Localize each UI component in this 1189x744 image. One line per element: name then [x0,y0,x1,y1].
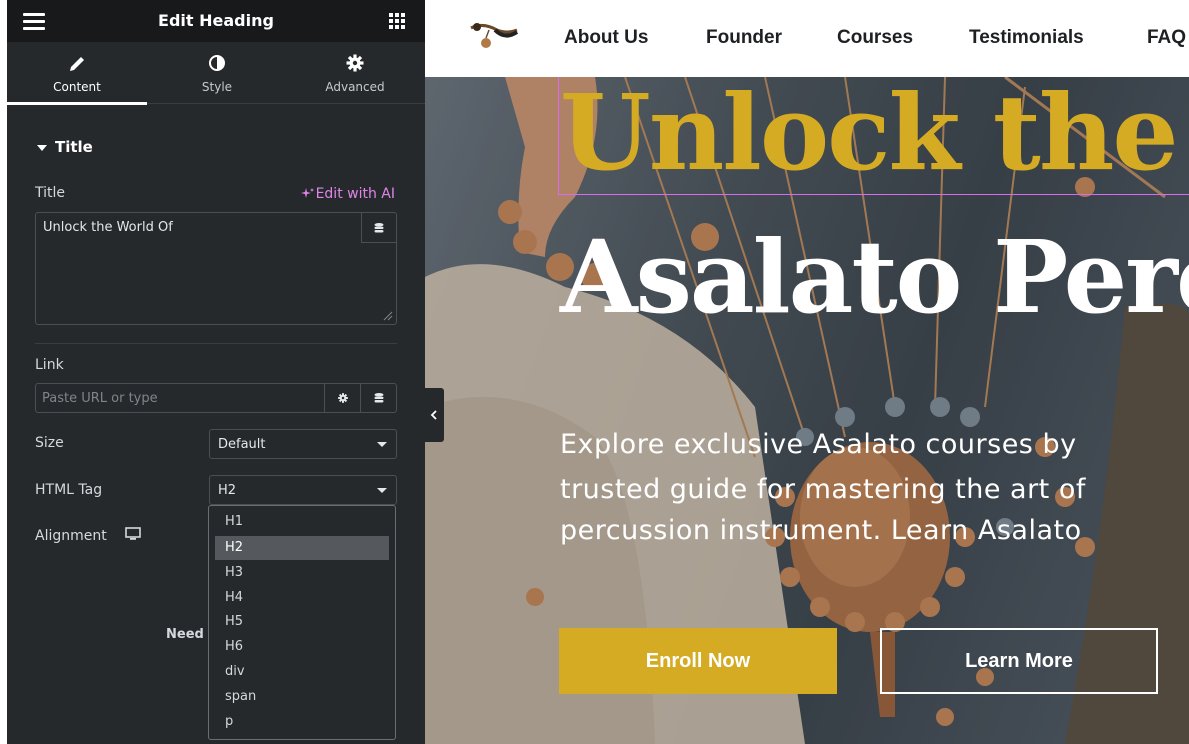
size-select[interactable]: Default [209,429,397,459]
edit-with-ai-label: Edit with AI [315,186,395,202]
hero-section: Unlock the World Of Asalato Percussion E… [425,77,1189,744]
gear-icon [346,54,364,72]
html-tag-field-label: HTML Tag [35,482,103,498]
edit-with-ai-link[interactable]: Edit with AI [300,186,395,202]
ai-sparkle-icon [300,188,314,198]
editor-panel: Edit Heading Content Style Advanced Titl… [7,0,425,744]
nav-faq[interactable]: FAQ [1147,27,1186,49]
section-toggle-title[interactable]: Title [37,138,93,156]
nav-about-us[interactable]: About Us [564,27,648,49]
nav-founder[interactable]: Founder [706,27,782,49]
size-select-value: Default [218,437,266,452]
contrast-icon [209,55,225,71]
html-tag-select-value: H2 [218,483,237,498]
link-url-placeholder: Paste URL or type [42,391,158,406]
hero-heading-line2[interactable]: Asalato Percussion [560,227,1189,327]
caret-down-icon [37,144,47,151]
hero-paragraph-line1: Explore exclusive Asalato courses by [560,429,1077,460]
tab-advanced[interactable]: Advanced [285,42,425,104]
html-tag-dropdown-list: H1 H2 H3 H4 H5 H6 div span p [208,505,396,740]
html-tag-option-div[interactable]: div [215,660,389,684]
gear-icon [337,393,348,403]
tab-content[interactable]: Content [7,42,147,105]
html-tag-select[interactable]: H2 [209,475,397,505]
html-tag-option-p[interactable]: p [215,710,389,734]
link-url-input[interactable]: Paste URL or type [35,383,397,413]
panel-title: Edit Heading [158,11,274,30]
tab-advanced-label: Advanced [325,80,385,94]
link-dynamic-tags-button[interactable] [360,384,396,412]
html-tag-option-h5[interactable]: H5 [215,610,389,634]
pencil-icon [70,57,84,71]
tab-style[interactable]: Style [147,42,287,104]
panel-header: Edit Heading [7,0,425,42]
alignment-label-text: Alignment [35,528,107,544]
database-icon [374,393,383,403]
database-icon [374,222,384,232]
learn-more-button[interactable]: Learn More [880,628,1158,694]
html-tag-option-h1[interactable]: H1 [215,510,389,534]
site-logo[interactable] [467,18,523,50]
html-tag-option-span[interactable]: span [215,685,389,709]
nav-courses[interactable]: Courses [837,27,913,49]
chevron-down-icon [377,488,387,493]
chevron-left-icon [430,410,437,420]
title-textarea[interactable]: Unlock the World Of [35,212,397,325]
link-field-label: Link [35,357,64,373]
section-title-label: Title [55,138,93,156]
site-preview: About Us Founder Courses Testimonials FA… [425,0,1189,744]
nav-testimonials[interactable]: Testimonials [969,27,1084,49]
collapse-panel-button[interactable] [425,388,444,442]
title-field-label: Title [35,185,66,201]
section-divider [35,343,397,344]
alignment-field-label: Alignment [35,527,141,544]
hero-paragraph-line3: percussion instrument. Learn Asalato [560,515,1082,546]
tab-style-label: Style [201,80,233,94]
panel-tabs: Content Style Advanced [7,42,425,105]
site-header: About Us Founder Courses Testimonials FA… [425,0,1189,77]
html-tag-option-h3[interactable]: H3 [215,561,389,585]
hero-paragraph-line2: trusted guide for mastering the art of [560,474,1086,505]
enroll-now-button[interactable]: Enroll Now [559,628,837,694]
chevron-down-icon [377,442,387,447]
html-tag-option-h6[interactable]: H6 [215,635,389,659]
tab-content-label: Content [53,80,101,94]
need-help-text: Need [166,627,204,642]
html-tag-option-h4[interactable]: H4 [215,586,389,610]
desktop-icon[interactable] [125,527,141,541]
selected-element-outline [558,77,1189,195]
dynamic-tags-button[interactable] [361,213,396,243]
title-textarea-value: Unlock the World Of [43,220,173,235]
link-options-button[interactable] [324,384,360,412]
size-field-label: Size [35,435,64,451]
apps-grid-icon[interactable] [389,13,405,29]
html-tag-option-h2[interactable]: H2 [215,536,389,560]
resize-handle-icon[interactable] [381,309,393,321]
